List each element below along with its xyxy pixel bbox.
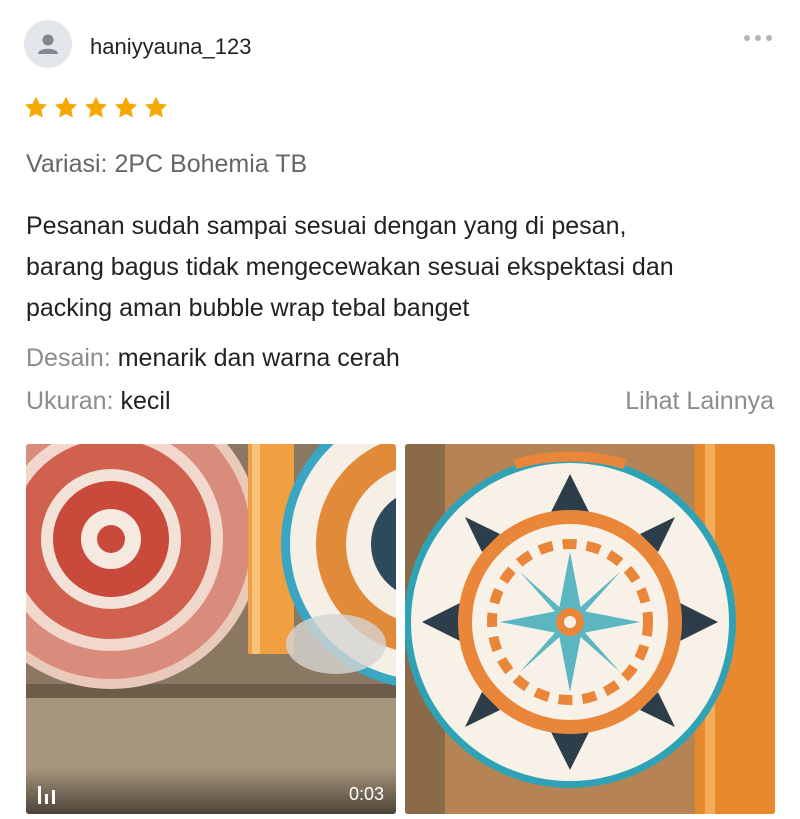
user-icon — [38, 34, 58, 54]
attribute-value: kecil — [120, 387, 171, 415]
photo-thumbnail[interactable] — [405, 444, 775, 814]
more-options-button[interactable] — [740, 28, 776, 48]
attribute-label: Desain: — [26, 344, 111, 372]
star-icon — [144, 96, 168, 118]
photo-image — [405, 444, 775, 814]
video-duration: 0:03 — [348, 784, 384, 804]
video-overlay — [26, 768, 396, 814]
review-line: barang bagus tidak mengecewakan sesuai e… — [26, 253, 674, 281]
review-line: packing aman bubble wrap tebal banget — [26, 294, 470, 322]
attribute-design: Desain: menarik dan warna cerah — [26, 344, 400, 373]
attribute-value: menarik dan warna cerah — [117, 344, 400, 372]
review-text: Pesanan sudah sampai sesuai dengan yang … — [26, 206, 786, 329]
attribute-size: Ukuran: kecil — [26, 387, 171, 416]
variation-label: Variasi: 2PC Bohemia TB — [26, 150, 308, 178]
star-icon — [84, 96, 108, 118]
video-preview-image — [26, 444, 396, 814]
more-horizontal-icon — [744, 35, 750, 41]
rating-stars — [22, 94, 170, 122]
username[interactable]: haniyyauna_123 — [90, 34, 251, 60]
see-more-link[interactable]: Lihat Lainnya — [625, 387, 774, 416]
star-icon — [54, 96, 78, 118]
attribute-label: Ukuran: — [26, 387, 114, 415]
star-icon — [24, 96, 48, 118]
video-thumbnail[interactable]: 0:03 — [26, 444, 396, 814]
video-bars-icon — [38, 784, 55, 804]
star-icon — [114, 96, 138, 118]
avatar[interactable] — [24, 20, 72, 68]
review-line: Pesanan sudah sampai sesuai dengan yang … — [26, 212, 627, 240]
more-dot — [755, 35, 761, 41]
more-dot — [766, 35, 772, 41]
